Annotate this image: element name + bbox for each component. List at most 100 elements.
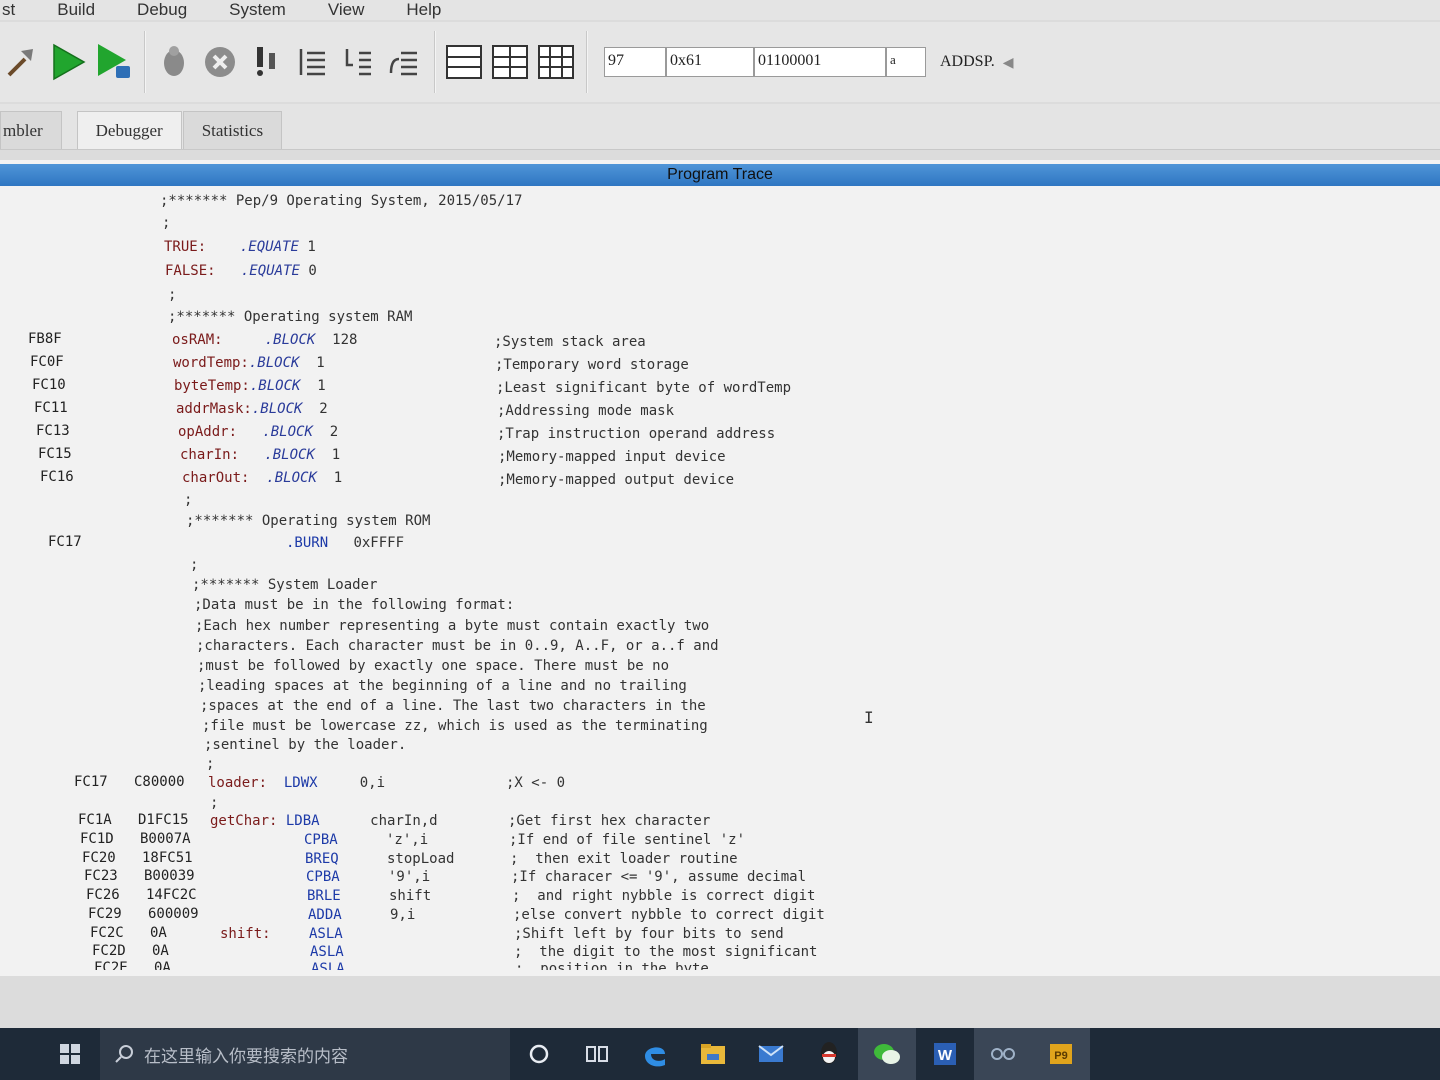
symbol: osRAM: xyxy=(172,332,223,348)
mnemonic: LDWX xyxy=(283,775,318,791)
trace-line: byteTemp:.BLOCK 1 xyxy=(174,377,326,395)
trace-comment: ;X <- 0 xyxy=(506,775,566,791)
start-button[interactable] xyxy=(40,1028,100,1080)
run-source-button[interactable] xyxy=(92,37,136,87)
tab-debugger[interactable]: Debugger xyxy=(76,111,182,149)
layout-memory-button[interactable] xyxy=(534,37,578,87)
program-trace-pane: Program Trace ;******* Pep/9 Operating S… xyxy=(0,160,1440,976)
trace-comment: ;Get first hex character xyxy=(508,813,711,829)
stop-button[interactable] xyxy=(198,37,242,87)
operand: 1 xyxy=(307,239,316,255)
layout-code-button[interactable] xyxy=(442,37,486,87)
trace-comment: ;spaces at the end of a line. The last t… xyxy=(200,698,706,714)
trace-comment: ; position in the byte xyxy=(515,961,709,970)
address: FC20 xyxy=(82,850,116,866)
menu-item-view[interactable]: View xyxy=(307,1,386,19)
symbol: getChar: xyxy=(210,813,278,829)
search-placeholder: 在这里输入你要搜索的内容 xyxy=(144,1046,348,1067)
operand: 1 xyxy=(317,378,326,394)
toolbar-separator xyxy=(586,31,588,93)
toolbar: 97 0x61 01100001 a ADDSP. ◀ xyxy=(0,22,1440,102)
run-button[interactable] xyxy=(46,37,90,87)
menu-item-help[interactable]: Help xyxy=(385,1,462,19)
operand: 2 xyxy=(329,424,339,440)
build-icon xyxy=(7,49,33,77)
cortana-button[interactable] xyxy=(568,1028,626,1080)
word-button[interactable]: W xyxy=(916,1028,974,1080)
address: FC2D xyxy=(92,943,126,959)
edge-button[interactable] xyxy=(626,1028,684,1080)
tab-label: Debugger xyxy=(95,120,163,140)
address: FC17 xyxy=(74,774,108,790)
step-over-button[interactable] xyxy=(382,37,426,87)
directive: .EQUATE xyxy=(239,239,299,255)
mnemonic: BRLE xyxy=(307,888,341,904)
tab-statistics[interactable]: Statistics xyxy=(182,111,283,149)
step-into-icon xyxy=(299,49,325,76)
wechat-icon xyxy=(874,1044,900,1064)
network-icon xyxy=(991,1048,1015,1060)
hex-field[interactable]: 0x61 xyxy=(666,47,754,77)
address: FC15 xyxy=(38,446,72,462)
toolbar-separator xyxy=(144,31,146,93)
qq-button[interactable] xyxy=(800,1028,858,1080)
run-source-icon xyxy=(98,44,130,78)
layout-trace-icon xyxy=(492,45,528,79)
single-step-button[interactable] xyxy=(244,37,288,87)
mail-button[interactable] xyxy=(742,1028,800,1080)
trace-comment: ;Shift left by four bits to send xyxy=(514,926,784,942)
char-field[interactable]: a xyxy=(886,47,926,77)
trace-line: osRAM: .BLOCK 128 xyxy=(172,331,357,349)
trace-comment: ;Memory-mapped input device xyxy=(498,449,726,465)
pep9-button[interactable]: P9 xyxy=(1032,1028,1090,1080)
object-code: C80000 xyxy=(134,774,185,790)
task-view-button[interactable] xyxy=(510,1028,568,1080)
trace-line: loader: LDWX 0,i xyxy=(208,774,385,792)
operand: 1 xyxy=(316,355,325,371)
wechat-button[interactable] xyxy=(858,1028,916,1080)
menu-item-st[interactable]: st xyxy=(0,1,36,19)
file-explorer-button[interactable] xyxy=(684,1028,742,1080)
address: FC0F xyxy=(30,354,64,370)
address: FC29 xyxy=(88,906,122,922)
object-code: 0A xyxy=(152,943,169,959)
step-over-icon xyxy=(389,51,417,76)
mail-icon xyxy=(758,1045,784,1062)
step-into-button[interactable] xyxy=(290,37,334,87)
directive: .BLOCK xyxy=(248,355,300,371)
trace-line: opAddr: .BLOCK 2 xyxy=(178,423,338,441)
debug-button[interactable] xyxy=(152,37,196,87)
address: FC2C xyxy=(90,925,124,941)
operand: 9,i xyxy=(390,907,416,923)
search-input[interactable]: 在这里输入你要搜索的内容 xyxy=(100,1028,510,1080)
layout-code-icon xyxy=(446,45,482,79)
trace-equate-line: TRUE: .EQUATE 1 xyxy=(164,238,316,256)
program-trace-listing[interactable]: ;******* Pep/9 Operating System, 2015/05… xyxy=(0,188,1400,970)
directive: .BURN xyxy=(286,535,329,551)
operand: 0 xyxy=(308,263,317,279)
trace-comment: ; and right nybble is correct digit xyxy=(512,888,816,904)
run-icon xyxy=(53,43,86,81)
symbol: addrMask: xyxy=(176,401,252,417)
mnemonic: ASLA xyxy=(309,926,343,942)
binary-field[interactable]: 01100001 xyxy=(754,47,886,77)
menu-item-build[interactable]: Build xyxy=(36,1,116,19)
operand: 0,i xyxy=(359,775,386,791)
step-out-button[interactable] xyxy=(336,37,380,87)
address: FC1D xyxy=(80,831,114,847)
trace-comment: ;******* Operating system ROM xyxy=(186,513,431,529)
object-code: 600009 xyxy=(148,906,199,922)
network-button[interactable] xyxy=(974,1028,1032,1080)
menu-item-debug[interactable]: Debug xyxy=(116,1,208,19)
trace-line: .BURN 0xFFFF xyxy=(286,534,404,552)
address: FC10 xyxy=(32,377,66,393)
directive: .BLOCK xyxy=(251,401,303,417)
build-button[interactable] xyxy=(0,37,44,87)
menu-item-system[interactable]: System xyxy=(208,1,307,19)
tab-assembler[interactable]: mbler xyxy=(0,111,62,149)
trace-comment: ;must be followed by exactly one space. … xyxy=(197,658,670,674)
chevron-right-icon: ◀ xyxy=(1002,53,1014,70)
decimal-field[interactable]: 97 xyxy=(604,47,666,77)
layout-trace-button[interactable] xyxy=(488,37,532,87)
address: FC17 xyxy=(48,534,82,550)
